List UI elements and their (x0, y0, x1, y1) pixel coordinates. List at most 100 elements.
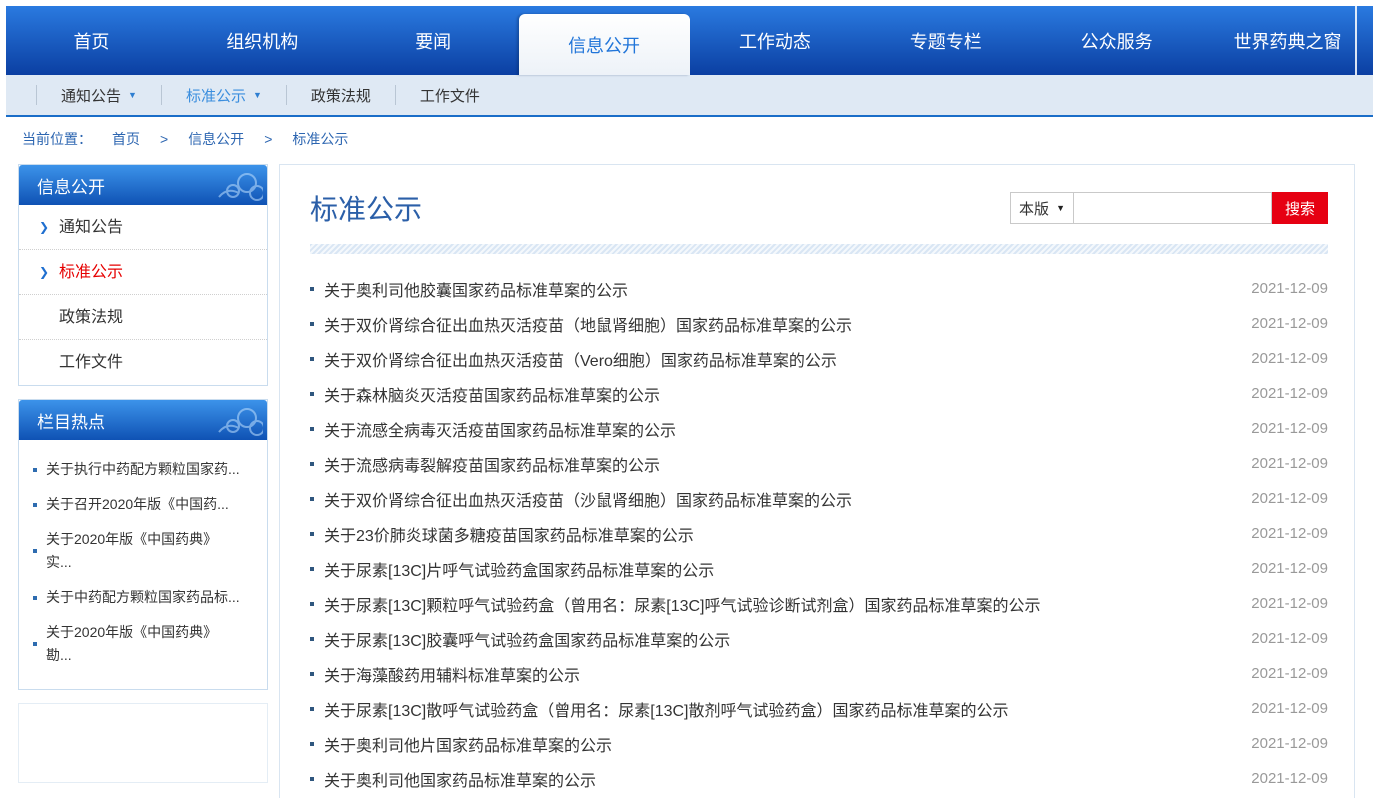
nav-edge-divider (1355, 6, 1357, 75)
list-item: 关于尿素[13C]颗粒呼气试验药盒（曾用名：尿素[13C]呼气试验诊断试剂盒）国… (310, 586, 1328, 621)
breadcrumb: 当前位置： 首页 > 信息公开 > 标准公示 (0, 117, 1373, 161)
announcement-link[interactable]: 关于流感全病毒灭活疫苗国家药品标准草案的公示 (324, 417, 1239, 441)
hot-topic-item[interactable]: 关于中药配方颗粒国家药品标... (33, 580, 255, 615)
announcement-link[interactable]: 关于尿素[13C]颗粒呼气试验药盒（曾用名：尿素[13C]呼气试验诊断试剂盒）国… (324, 592, 1239, 616)
nav-item-information-disclosure[interactable]: 信息公开 (519, 14, 690, 75)
hot-topic-item[interactable]: 关于召开2020年版《中国药... (33, 487, 255, 522)
bullet-icon (310, 532, 314, 536)
announcement-link[interactable]: 关于流感病毒裂解疫苗国家药品标准草案的公示 (324, 452, 1239, 476)
bullet-icon (310, 497, 314, 501)
announcement-link[interactable]: 关于奥利司他胶囊国家药品标准草案的公示 (324, 277, 1239, 301)
page-title: 标准公示 (310, 188, 422, 228)
breadcrumb-link-standard-publicity[interactable]: 标准公示 (292, 129, 348, 149)
search-scope-select[interactable]: 本版 ▼ (1010, 192, 1074, 224)
list-item: 关于奥利司他国家药品标准草案的公示 2021-12-09 (310, 761, 1328, 796)
hot-topic-item[interactable]: 关于2020年版《中国药典》 勘... (33, 615, 255, 673)
subnav-item-label: 政策法规 (311, 85, 371, 106)
bullet-icon (33, 503, 37, 507)
list-item: 关于双价肾综合征出血热灭活疫苗（地鼠肾细胞）国家药品标准草案的公示 2021-1… (310, 306, 1328, 341)
announcement-link[interactable]: 关于海藻酸药用辅料标准草案的公示 (324, 662, 1239, 686)
chevron-down-icon: ▼ (128, 91, 137, 100)
announcement-date: 2021-12-09 (1251, 385, 1328, 402)
announcement-date: 2021-12-09 (1251, 455, 1328, 472)
bullet-icon (310, 427, 314, 431)
bullet-icon (310, 637, 314, 641)
secondary-navigation: 通知公告 ▼ 标准公示 ▼ 政策法规 工作文件 (6, 75, 1373, 117)
announcement-date: 2021-12-09 (1251, 490, 1328, 507)
nav-item-news[interactable]: 要闻 (348, 6, 519, 75)
nav-item-organization[interactable]: 组织机构 (177, 6, 348, 75)
announcement-link[interactable]: 关于森林脑炎灭活疫苗国家药品标准草案的公示 (324, 382, 1239, 406)
bullet-icon (310, 777, 314, 781)
hot-topic-item[interactable]: 关于执行中药配方颗粒国家药... (33, 452, 255, 487)
list-item: 关于奥利司他片国家药品标准草案的公示 2021-12-09 (310, 726, 1328, 761)
announcement-date: 2021-12-09 (1251, 735, 1328, 752)
sidebar-item-standard-publicity[interactable]: ❯ 标准公示 (19, 250, 267, 295)
sidebar-panel-information-disclosure: 信息公开 ❯ 通知公告 ❯ 标准公示 政策法规 (18, 164, 268, 386)
sidebar-item-policies[interactable]: 政策法规 (19, 295, 267, 340)
breadcrumb-prefix: 当前位置： (22, 129, 92, 149)
search-button[interactable]: 搜索 (1272, 192, 1328, 224)
bullet-icon (310, 567, 314, 571)
announcement-date: 2021-12-09 (1251, 560, 1328, 577)
subnav-item-label: 工作文件 (420, 85, 480, 106)
subnav-item-notices[interactable]: 通知公告 ▼ (36, 85, 161, 105)
bullet-icon (310, 392, 314, 396)
hot-topic-item[interactable]: 关于2020年版《中国药典》 实... (33, 522, 255, 580)
subnav-item-standard-publicity[interactable]: 标准公示 ▼ (161, 85, 286, 105)
search-input[interactable] (1074, 192, 1272, 224)
sidebar-panel-hot-topics: 栏目热点 关于执行中药配方颗粒国家药... 关于召开2020年版《中国药... (18, 399, 268, 690)
chevron-right-icon: ❯ (39, 250, 49, 295)
subnav-item-policies[interactable]: 政策法规 (286, 85, 395, 105)
announcement-date: 2021-12-09 (1251, 595, 1328, 612)
chevron-down-icon: ▼ (253, 91, 262, 100)
nav-item-special-topics[interactable]: 专题专栏 (860, 6, 1031, 75)
bullet-icon (310, 602, 314, 606)
announcement-date: 2021-12-09 (1251, 665, 1328, 682)
chevron-down-icon: ▼ (1056, 203, 1065, 213)
announcement-date: 2021-12-09 (1251, 630, 1328, 647)
announcement-link[interactable]: 关于尿素[13C]散呼气试验药盒（曾用名：尿素[13C]散剂呼气试验药盒）国家药… (324, 697, 1239, 721)
sidebar: 信息公开 ❯ 通知公告 ❯ 标准公示 政策法规 (18, 164, 268, 783)
subnav-item-label: 标准公示 (186, 85, 246, 106)
top-navigation: 首页 组织机构 要闻 信息公开 工作动态 专题专栏 公众服务 世界药典之窗 (6, 6, 1373, 75)
bullet-icon (310, 672, 314, 676)
nav-item-work-trends[interactable]: 工作动态 (690, 6, 861, 75)
bullet-icon (33, 468, 37, 472)
list-item: 关于23价肺炎球菌多糖疫苗国家药品标准草案的公示 2021-12-09 (310, 516, 1328, 551)
announcement-date: 2021-12-09 (1251, 770, 1328, 787)
bullet-icon (33, 549, 37, 553)
announcement-link[interactable]: 关于奥利司他国家药品标准草案的公示 (324, 767, 1239, 791)
bullet-icon (33, 642, 37, 646)
announcement-date: 2021-12-09 (1251, 280, 1328, 297)
breadcrumb-link-information-disclosure[interactable]: 信息公开 (188, 129, 244, 149)
announcement-link[interactable]: 关于奥利司他片国家药品标准草案的公示 (324, 732, 1239, 756)
breadcrumb-link-home[interactable]: 首页 (112, 129, 140, 149)
announcement-link[interactable]: 关于双价肾综合征出血热灭活疫苗（沙鼠肾细胞）国家药品标准草案的公示 (324, 487, 1239, 511)
subnav-item-work-documents[interactable]: 工作文件 (395, 85, 504, 105)
breadcrumb-separator: > (264, 131, 272, 147)
cloud-decoration-icon (205, 402, 263, 438)
breadcrumb-separator: > (160, 131, 168, 147)
search-bar: 本版 ▼ 搜索 (1010, 192, 1328, 224)
announcement-link[interactable]: 关于双价肾综合征出血热灭活疫苗（地鼠肾细胞）国家药品标准草案的公示 (324, 312, 1239, 336)
subnav-item-label: 通知公告 (61, 85, 121, 106)
nav-item-home[interactable]: 首页 (6, 6, 177, 75)
announcement-link[interactable]: 关于23价肺炎球菌多糖疫苗国家药品标准草案的公示 (324, 522, 1239, 546)
sidebar-item-work-documents[interactable]: 工作文件 (19, 340, 267, 385)
announcement-link[interactable]: 关于双价肾综合征出血热灭活疫苗（Vero细胞）国家药品标准草案的公示 (324, 347, 1239, 371)
announcement-link[interactable]: 关于尿素[13C]胶囊呼气试验药盒国家药品标准草案的公示 (324, 627, 1239, 651)
list-item: 关于海藻酸药用辅料标准草案的公示 2021-12-09 (310, 656, 1328, 691)
list-item: 关于流感全病毒灭活疫苗国家药品标准草案的公示 2021-12-09 (310, 411, 1328, 446)
list-item: 关于尿素[13C]胶囊呼气试验药盒国家药品标准草案的公示 2021-12-09 (310, 621, 1328, 656)
nav-item-world-pharmacopoeia[interactable]: 世界药典之窗 (1202, 6, 1373, 75)
cloud-decoration-icon (205, 167, 263, 203)
bullet-icon (310, 322, 314, 326)
bullet-icon (310, 287, 314, 291)
sidebar-panel-header: 栏目热点 (19, 400, 267, 440)
announcement-link[interactable]: 关于尿素[13C]片呼气试验药盒国家药品标准草案的公示 (324, 557, 1239, 581)
sidebar-item-notices[interactable]: ❯ 通知公告 (19, 205, 267, 250)
bullet-icon (310, 742, 314, 746)
nav-item-public-service[interactable]: 公众服务 (1031, 6, 1202, 75)
announcement-date: 2021-12-09 (1251, 315, 1328, 332)
